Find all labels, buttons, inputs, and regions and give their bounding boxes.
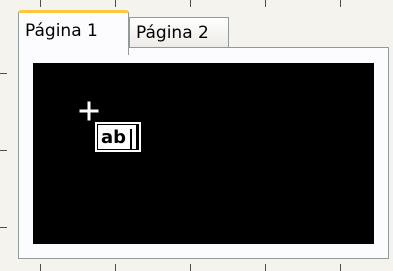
ruler-tick [0,227,7,228]
ruler-tick [190,0,191,7]
ruler-tick [40,264,41,271]
textbox-label: ab [98,125,136,149]
tab-pagina-1[interactable]: Página 1 [18,10,129,55]
text-caret [130,129,132,149]
ruler-tick [340,0,341,7]
ruler-tick [265,264,266,271]
ruler-tick [190,264,191,271]
ruler-tick [340,264,341,271]
ruler-tick [115,264,116,271]
ruler-tick [0,73,7,74]
ruler-tick [40,0,41,7]
ruler-tick [115,0,116,7]
tab-control: Página 1 Página 2 ab [18,10,391,261]
tab-label: Página 1 [25,21,98,41]
tab-pagina-2[interactable]: Página 2 [129,17,229,48]
ruler-tick [265,0,266,7]
tab-page-panel: ab [18,47,389,259]
textbox-control[interactable]: ab [95,122,141,152]
textbox-text: ab [101,127,127,148]
tab-label: Página 2 [136,23,209,43]
ruler-tick [0,150,7,151]
design-canvas[interactable]: ab [33,63,374,244]
crosshair-icon [79,101,99,121]
